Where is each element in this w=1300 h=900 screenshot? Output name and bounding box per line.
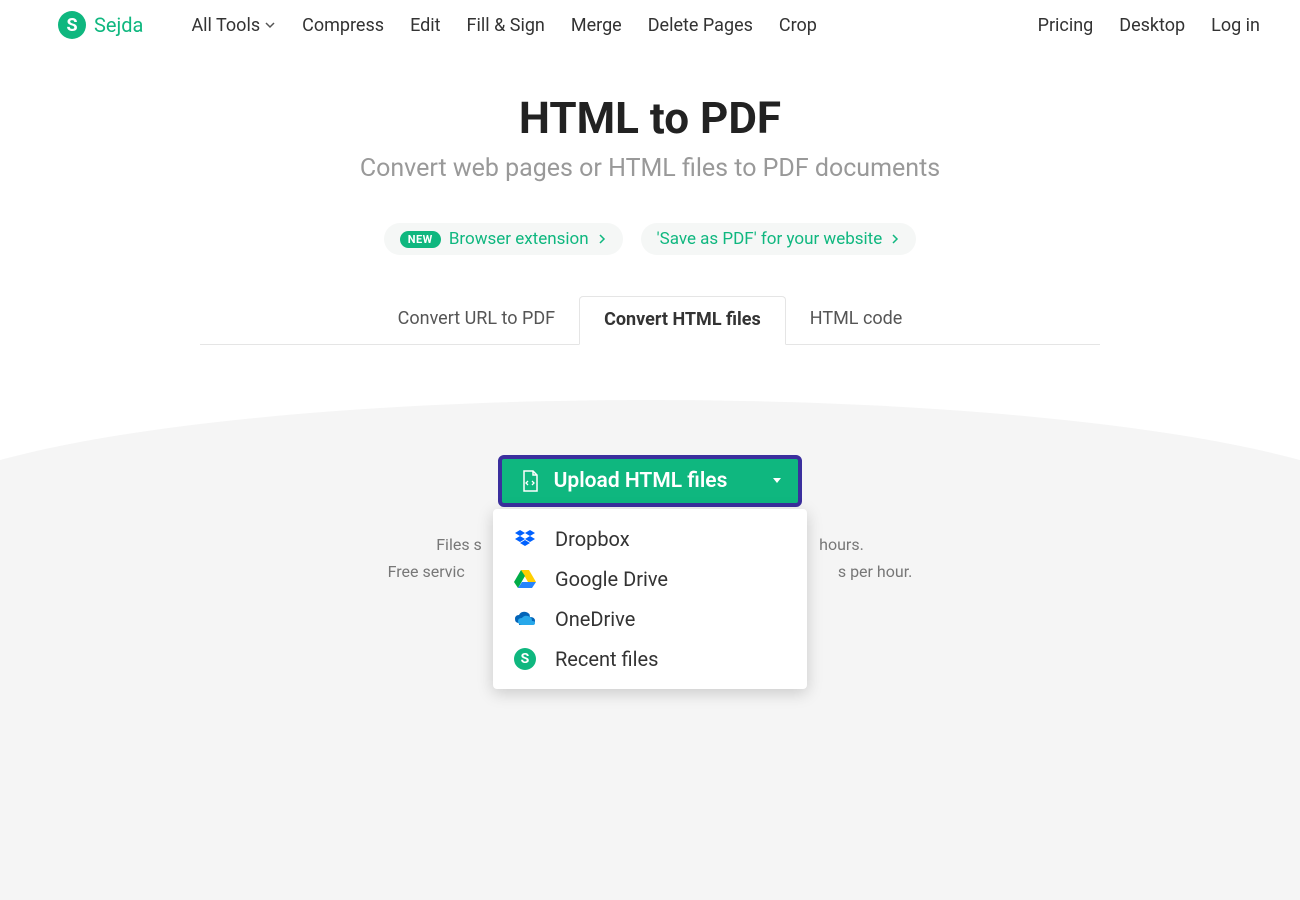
page-title: HTML to PDF [0,92,1300,144]
text-fragment: s per hour. [838,562,913,581]
dropdown-onedrive[interactable]: OneDrive [493,599,807,639]
dropdown-label: Recent files [555,647,658,671]
caret-down-icon [772,477,782,485]
text-fragment: Files s [436,535,482,554]
browser-extension-pill[interactable]: NEW Browser extension [384,223,623,255]
nav-desktop[interactable]: Desktop [1119,15,1185,36]
chevron-right-icon [597,233,607,245]
chevron-right-icon [890,233,900,245]
hero: HTML to PDF Convert web pages or HTML fi… [0,92,1300,183]
upload-area: Upload HTML files Dropbox Google Drive O… [0,455,1300,585]
page-subtitle: Convert web pages or HTML files to PDF d… [0,154,1300,183]
tabs: Convert URL to PDF Convert HTML files HT… [200,295,1100,345]
pill-label: Browser extension [449,229,589,249]
dropdown-dropbox[interactable]: Dropbox [493,519,807,559]
nav-edit[interactable]: Edit [410,15,440,36]
upload-source-dropdown: Dropbox Google Drive OneDrive S Recent f… [493,509,807,689]
file-code-icon [502,470,554,492]
nav-compress[interactable]: Compress [302,15,384,36]
pill-label: 'Save as PDF' for your website [657,229,883,249]
dropdown-label: Google Drive [555,567,668,591]
nav-items-left: All Tools Compress Edit Fill & Sign Merg… [191,15,816,36]
nav-label: All Tools [191,15,260,36]
tab-convert-url[interactable]: Convert URL to PDF [374,296,579,345]
text-fragment: hours. [815,535,864,554]
logo[interactable]: S Sejda [58,11,143,39]
logo-text: Sejda [94,13,143,37]
nav-merge[interactable]: Merge [571,15,622,36]
sejda-icon: S [513,647,537,671]
text-fragment: Free servic [388,562,465,581]
nav-fill-sign[interactable]: Fill & Sign [467,15,545,36]
top-nav: S Sejda All Tools Compress Edit Fill & S… [0,0,1300,50]
logo-letter: S [66,15,77,36]
tab-html-code[interactable]: HTML code [786,296,927,345]
dropdown-label: OneDrive [555,607,635,631]
google-drive-icon [513,567,537,591]
onedrive-icon [513,607,537,631]
chevron-down-icon [264,19,276,31]
save-as-pdf-pill[interactable]: 'Save as PDF' for your website [641,223,917,255]
dropdown-recent-files[interactable]: S Recent files [493,639,807,679]
dropdown-google-drive[interactable]: Google Drive [493,559,807,599]
dropdown-label: Dropbox [555,527,630,551]
nav-items-right: Pricing Desktop Log in [1038,15,1260,36]
tab-convert-html-files[interactable]: Convert HTML files [579,296,786,345]
promo-pills: NEW Browser extension 'Save as PDF' for … [0,223,1300,255]
nav-delete-pages[interactable]: Delete Pages [648,15,753,36]
nav-all-tools[interactable]: All Tools [191,15,276,36]
new-badge: NEW [400,231,441,248]
nav-pricing[interactable]: Pricing [1038,15,1094,36]
dropbox-icon [513,527,537,551]
upload-button[interactable]: Upload HTML files [498,455,803,507]
nav-login[interactable]: Log in [1211,15,1260,36]
nav-crop[interactable]: Crop [779,15,817,36]
upload-button-label: Upload HTML files [554,469,756,493]
upload-caret[interactable] [755,459,798,503]
logo-icon: S [58,11,86,39]
